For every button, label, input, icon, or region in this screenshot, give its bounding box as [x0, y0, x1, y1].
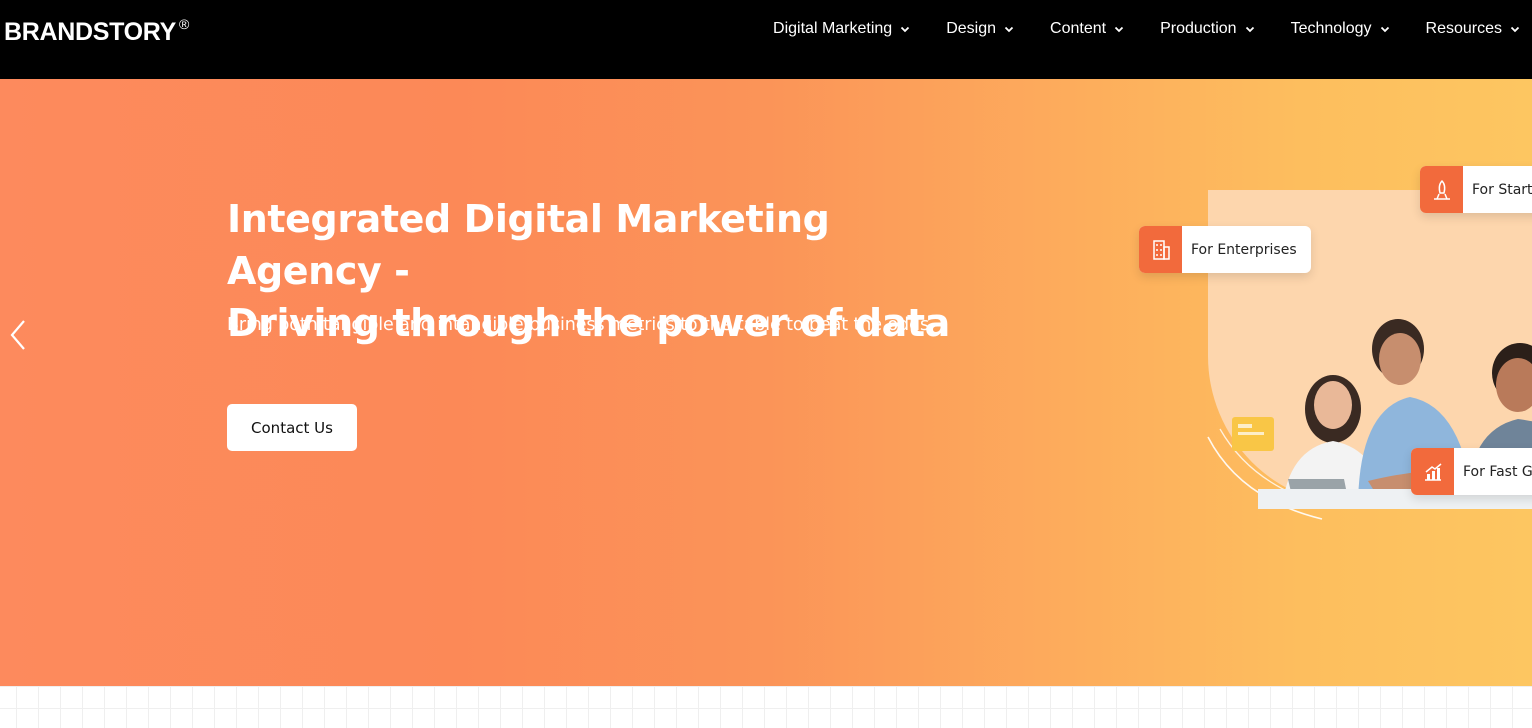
chevron-down-icon: [1380, 26, 1389, 33]
nav-item-label: Production: [1160, 20, 1237, 37]
registered-mark: ®: [179, 16, 190, 32]
nav-item-label: Design: [946, 20, 997, 37]
chevron-down-icon: [1510, 26, 1520, 33]
chevron-down-icon: [1245, 26, 1254, 33]
brand-logo[interactable]: BRANDSTORY ®: [4, 16, 190, 47]
rocket-icon: [1433, 179, 1450, 200]
chevron-down-icon: [1114, 26, 1124, 33]
badge-label: For Fast Gr: [1463, 463, 1532, 480]
hero-headline-line-1: Integrated Digital Marketing Agency -: [227, 197, 830, 293]
grid-background-section: [0, 686, 1532, 728]
hero-banner: Integrated Digital Marketing Agency - Dr…: [0, 79, 1532, 686]
chevron-down-icon: [1004, 26, 1014, 33]
nav-item-label: Content: [1050, 20, 1107, 37]
site-header: BRANDSTORY ® Digital Marketing Design Co…: [0, 0, 1532, 79]
chevron-down-icon: [901, 26, 910, 33]
contact-us-button[interactable]: Contact Us: [227, 404, 357, 451]
hero-subheading: Bring both tangible and intangible busin…: [227, 315, 935, 335]
building-icon: [1152, 239, 1170, 260]
badge-label: For Startu: [1472, 181, 1532, 198]
hero-illustration: For Enterprises For Startu: [1130, 159, 1532, 529]
nav-item-design[interactable]: Design: [946, 18, 1050, 40]
main-nav: Digital Marketing Design Content Product…: [773, 18, 1532, 40]
nav-item-label: Digital Marketing: [773, 20, 893, 37]
nav-item-label: Resources: [1425, 20, 1502, 37]
for-startups-badge: For Startu: [1420, 166, 1532, 213]
nav-item-content[interactable]: Content: [1050, 18, 1160, 40]
nav-item-technology[interactable]: Technology: [1291, 18, 1426, 40]
nav-item-label: Technology: [1290, 20, 1372, 37]
for-fast-growth-badge: For Fast Gr: [1411, 448, 1532, 495]
brand-logo-text: BRANDSTORY: [4, 18, 177, 46]
badge-label: For Enterprises: [1191, 241, 1297, 258]
chevron-left-icon[interactable]: [6, 315, 32, 355]
for-enterprises-badge: For Enterprises: [1139, 226, 1311, 273]
nav-item-production[interactable]: Production: [1160, 18, 1291, 40]
nav-item-digital-marketing[interactable]: Digital Marketing: [773, 18, 946, 40]
growth-chart-icon: [1424, 462, 1441, 481]
nav-item-resources[interactable]: Resources: [1426, 18, 1532, 40]
